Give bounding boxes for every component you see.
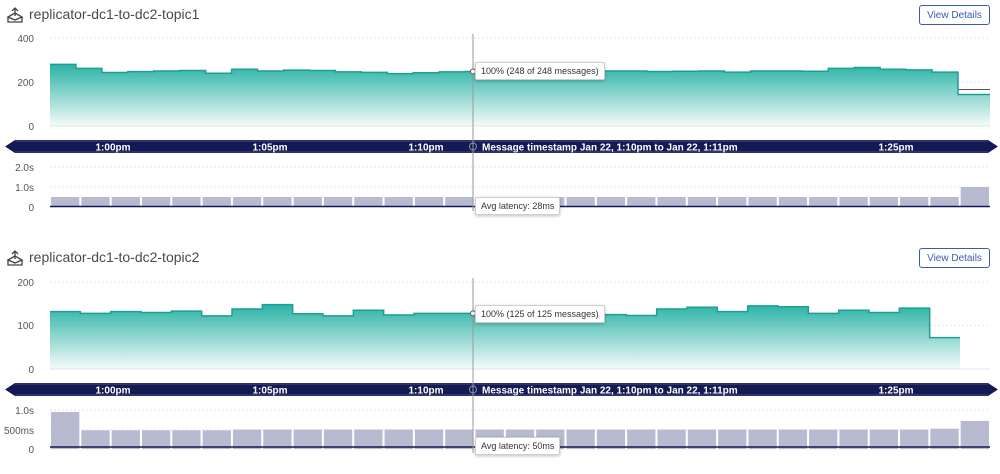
latency-bar xyxy=(778,197,808,207)
latency-bar xyxy=(900,429,929,449)
latency-bar xyxy=(657,197,686,207)
messages-tooltip: 100% (248 of 248 messages) xyxy=(475,62,605,80)
y-tick-label: 1.0s xyxy=(15,406,34,417)
y-tick-label: 0 xyxy=(28,365,34,376)
latency-bar xyxy=(202,430,231,449)
latency-bar xyxy=(839,197,868,207)
latency-bar xyxy=(354,197,383,207)
latency-bar xyxy=(869,429,899,449)
replicator-panel-topic2: replicator-dc1-to-dc2-topic2 View Detail… xyxy=(0,243,1000,474)
latency-bar xyxy=(839,429,868,449)
timeline-selection-label: Message timestamp Jan 22, 1:10pm to Jan … xyxy=(482,386,738,397)
latency-bar xyxy=(809,197,838,207)
latency-bar xyxy=(627,429,656,449)
latency-bar xyxy=(81,430,110,449)
latency-bar xyxy=(263,197,292,207)
latency-bar xyxy=(960,187,989,207)
latency-bar xyxy=(930,197,959,207)
replicator-panel-topic1: replicator-dc1-to-dc2-topic1 View Detail… xyxy=(0,0,1000,231)
y-tick-label: 2.0s xyxy=(15,163,34,174)
y-tick-label: 400 xyxy=(17,34,34,45)
timeline-label: 1:10pm xyxy=(408,386,443,397)
timeline-label: 1:25pm xyxy=(878,143,913,154)
latency-bar xyxy=(718,429,747,449)
latency-bar xyxy=(51,411,80,449)
latency-bar xyxy=(141,430,171,449)
latency-bar xyxy=(960,420,989,449)
latency-bar xyxy=(414,197,444,207)
y-tick-label: 500ms xyxy=(4,426,34,437)
latency-bar xyxy=(323,429,353,449)
latency-bar xyxy=(566,197,595,207)
latency-bar xyxy=(930,428,959,449)
latency-bar xyxy=(232,197,262,207)
latency-bar xyxy=(384,429,413,449)
latency-bar xyxy=(596,429,626,449)
latency-bar xyxy=(748,429,777,449)
latency-bar xyxy=(172,197,201,207)
latency-bar xyxy=(51,197,80,207)
y-tick-label: 0 xyxy=(28,203,34,214)
latency-bar xyxy=(354,429,383,449)
latency-tooltip: Avg latency: 28ms xyxy=(475,197,561,215)
y-tick-label: 100 xyxy=(17,321,34,332)
latency-bar xyxy=(202,197,231,207)
latency-bar xyxy=(657,429,686,449)
latency-bar xyxy=(445,429,474,449)
latency-bar xyxy=(81,197,110,207)
latency-tooltip: Avg latency: 50ms xyxy=(475,437,561,455)
timeline-label: 1:05pm xyxy=(252,143,287,154)
y-tick-label: 0 xyxy=(28,445,34,456)
latency-bar xyxy=(627,197,656,207)
timeline-label: 1:00pm xyxy=(95,386,130,397)
latency-bar xyxy=(384,197,413,207)
latency-bar xyxy=(687,429,717,449)
latency-bar xyxy=(596,197,626,207)
y-tick-label: 200 xyxy=(17,278,34,289)
timeline-label: 1:10pm xyxy=(408,143,443,154)
timeline-label: 1:25pm xyxy=(878,386,913,397)
latency-bar xyxy=(172,430,201,449)
latency-bar xyxy=(900,197,929,207)
latency-bar xyxy=(263,429,292,449)
latency-bar xyxy=(293,429,322,449)
latency-bar xyxy=(232,429,262,449)
latency-bar xyxy=(748,197,777,207)
latency-bar xyxy=(111,430,140,449)
latency-bar xyxy=(111,197,140,207)
timeline-label: 1:05pm xyxy=(252,386,287,397)
y-tick-label: 200 xyxy=(17,78,34,89)
latency-bar xyxy=(687,197,717,207)
latency-bar xyxy=(293,197,322,207)
latency-bar xyxy=(869,197,899,207)
latency-bar xyxy=(718,197,747,207)
messages-tooltip: 100% (125 of 125 messages) xyxy=(475,305,605,323)
latency-bar xyxy=(141,197,171,207)
timeline-selection-label: Message timestamp Jan 22, 1:10pm to Jan … xyxy=(482,143,738,154)
y-tick-label: 0 xyxy=(28,122,34,133)
latency-bar xyxy=(323,197,353,207)
latency-bar xyxy=(809,429,838,449)
timeline-label: 1:00pm xyxy=(95,143,130,154)
latency-bar xyxy=(445,197,474,207)
y-tick-label: 1.0s xyxy=(15,183,34,194)
latency-bar xyxy=(778,429,808,449)
latency-bar xyxy=(414,429,444,449)
latency-bar xyxy=(566,429,595,449)
